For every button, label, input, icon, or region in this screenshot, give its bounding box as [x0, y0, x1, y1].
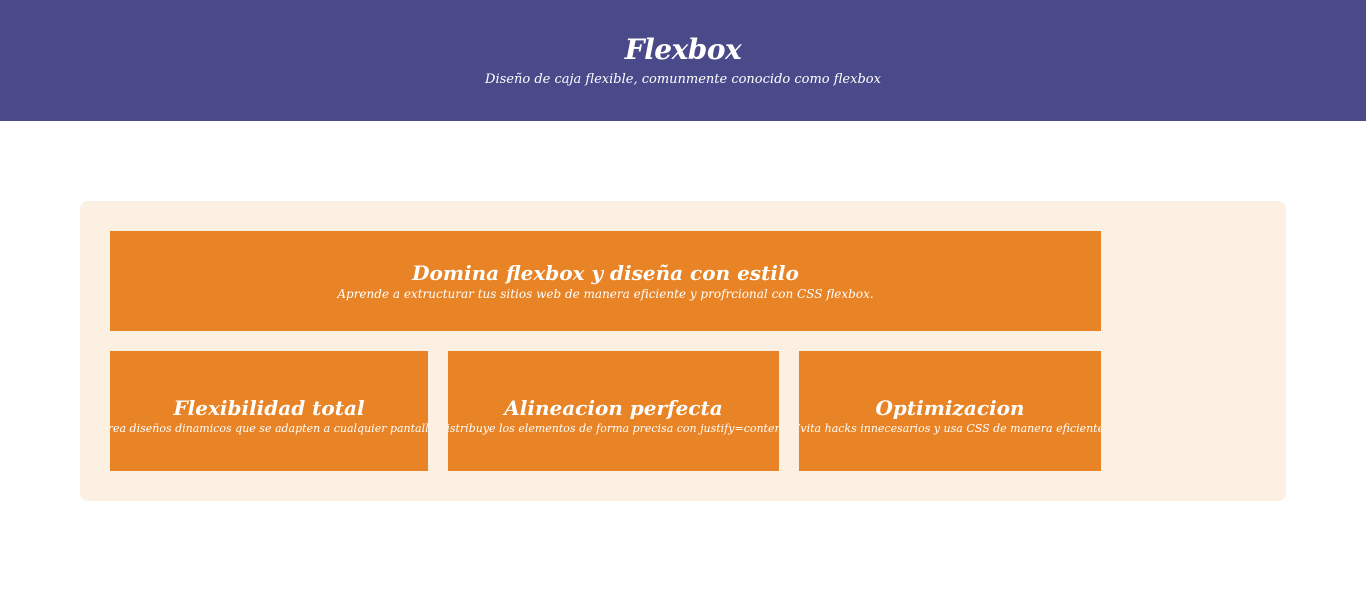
hero-card: Domina flexbox y diseña con estilo Apren…	[110, 231, 1101, 331]
content-panel: Domina flexbox y diseña con estilo Apren…	[80, 201, 1286, 501]
feature-card-alignment: Alineacion perfecta Distribuye los eleme…	[448, 351, 779, 471]
hero-title: Domina flexbox y diseña con estilo	[412, 261, 799, 285]
hero-text: Aprende a extructurar tus sitios web de …	[337, 287, 874, 301]
page-subtitle: Diseño de caja flexible, comunmente cono…	[485, 72, 881, 87]
feature-title: Flexibilidad total	[173, 396, 365, 420]
feature-text: Evita hacks innecesarios y usa CSS de ma…	[799, 422, 1101, 435]
feature-card-flexibility: Flexibilidad total Crea diseños dinamico…	[110, 351, 428, 471]
feature-card-optimization: Optimizacion Evita hacks innecesarios y …	[799, 351, 1101, 471]
page-title: Flexbox	[624, 33, 742, 66]
feature-text: Distribuye los elementos de forma precis…	[448, 422, 779, 435]
feature-title: Optimizacion	[875, 396, 1025, 420]
page-header: Flexbox Diseño de caja flexible, comunme…	[0, 0, 1366, 121]
feature-title: Alineacion perfecta	[504, 396, 723, 420]
feature-text: Crea diseños dinamicos que se adapten a …	[110, 422, 428, 435]
